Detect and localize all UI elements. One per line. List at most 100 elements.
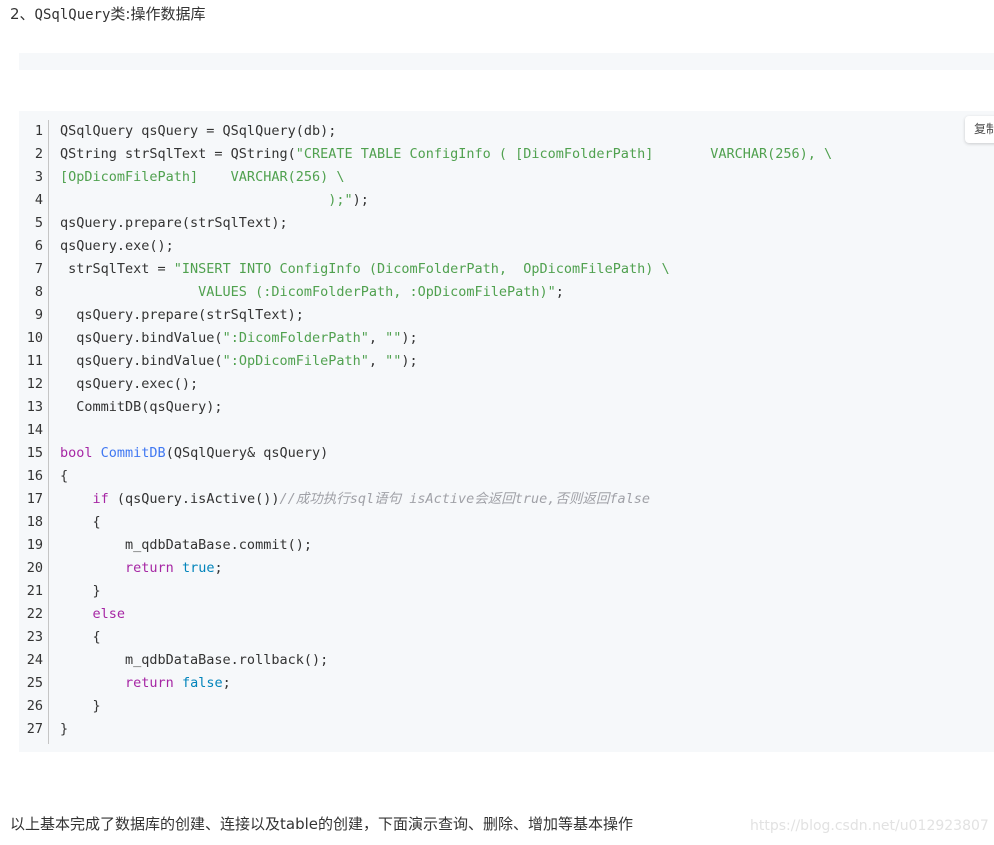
code-line: if (qsQuery.isActive())//成功执行sql语句 isAct…: [60, 488, 651, 511]
line-number: 4: [34, 192, 43, 208]
code-token: ,: [368, 330, 386, 346]
code-token: qsQuery.exec();: [60, 376, 199, 392]
line-number: 2: [34, 146, 43, 162]
code-line: qsQuery.prepare(strSqlText);: [60, 212, 288, 235]
line-number: 5: [34, 215, 43, 231]
line-number: 12: [26, 376, 43, 392]
line-number: 8: [34, 284, 43, 300]
code-line: }: [60, 695, 101, 718]
code-line: VALUES (:DicomFolderPath, :OpDicomFilePa…: [60, 281, 564, 304]
code-line: {: [60, 511, 101, 534]
code-token: VALUES (:DicomFolderPath, :OpDicomFilePa…: [60, 284, 556, 300]
code-token: bool: [60, 445, 93, 461]
code-token: qsQuery.exe();: [60, 238, 174, 254]
heading-code: QSqlQuery: [34, 7, 111, 23]
empty-code-block: [19, 53, 994, 70]
code-token: );: [401, 353, 418, 369]
paragraph-text: 以上基本完成了数据库的创建、连接以及table的创建，下面演示查询、删除、增加等…: [10, 815, 633, 833]
code-line: bool CommitDB(QSqlQuery& qsQuery): [60, 442, 328, 465]
code-line: qsQuery.prepare(strSqlText);: [60, 304, 304, 327]
code-token: ;: [222, 675, 231, 691]
code-line: qsQuery.exec();: [60, 373, 198, 396]
line-number: 23: [26, 629, 43, 645]
code-line: return true;: [60, 557, 223, 580]
line-number: 1: [34, 123, 43, 139]
code-token: m_qdbDataBase.rollback();: [60, 652, 329, 668]
line-number: 22: [26, 606, 43, 622]
line-number: 9: [34, 307, 43, 323]
code-token: "INSERT INTO ConfigInfo (DicomFolderPath…: [173, 261, 670, 277]
line-number-gutter: 1 2 3 4 5 6 7 8 9 10 11 12 13 14 15 16 17 18 19 20 21 22 23 24 2…: [19, 120, 49, 744]
code-token: "CREATE TABLE ConfigInfo ( [DicomFolderP…: [295, 146, 833, 162]
code-token: ":OpDicomFilePath": [222, 353, 369, 369]
code-token: {: [60, 468, 69, 484]
code-token: true: [181, 560, 215, 576]
code-token: (qsQuery.isActive()): [108, 491, 280, 507]
line-number: 16: [26, 468, 43, 484]
line-number: 13: [26, 399, 43, 415]
code-token: );: [352, 192, 369, 208]
line-number: 24: [26, 652, 43, 668]
code-token: QString strSqlText = QString(: [60, 146, 296, 162]
line-number: 27: [26, 721, 43, 737]
code-token: qsQuery.bindValue(: [60, 330, 223, 346]
code-token: }: [60, 721, 69, 737]
code-token: }: [60, 583, 101, 599]
code-token: }: [60, 698, 101, 714]
code-block: 1 2 3 4 5 6 7 8 9 10 11 12 13 14 15 16 17 18 19 20 21 22 23 24 2…: [19, 111, 994, 752]
code-line: QSqlQuery qsQuery = QSqlQuery(db);: [60, 120, 336, 143]
code-line: m_qdbDataBase.commit();: [60, 534, 312, 557]
line-number: 7: [34, 261, 43, 277]
code-token: "": [385, 353, 402, 369]
code-line: strSqlText = "INSERT INTO ConfigInfo (Di…: [60, 258, 670, 281]
copy-button[interactable]: 复制: [965, 116, 994, 143]
watermark: https://blog.csdn.net/u012923807: [750, 818, 989, 834]
code-token: m_qdbDataBase.commit();: [60, 537, 312, 553]
section-heading: 2、QSqlQuery类:操作数据库: [10, 4, 205, 25]
line-number: 14: [26, 422, 43, 438]
heading-suffix: 类:操作数据库: [110, 5, 206, 23]
code-line: {: [60, 465, 68, 488]
code-line: CommitDB(qsQuery);: [60, 396, 223, 419]
code-line: qsQuery.exe();: [60, 235, 174, 258]
line-number: 18: [26, 514, 43, 530]
code-token: QSqlQuery qsQuery = QSqlQuery(db);: [60, 123, 337, 139]
code-line: return false;: [60, 672, 231, 695]
code-token: );": [60, 192, 353, 208]
code-line: }: [60, 718, 68, 741]
code-token: );: [401, 330, 418, 346]
heading-prefix: 2、: [10, 5, 35, 23]
line-number: 10: [26, 330, 43, 346]
line-number: 26: [26, 698, 43, 714]
code-line: qsQuery.bindValue(":OpDicomFilePath", ""…: [60, 350, 418, 373]
code-token: else: [92, 606, 126, 622]
line-number: 17: [26, 491, 43, 507]
code-token: qsQuery.prepare(strSqlText);: [60, 307, 304, 323]
code-line: {: [60, 626, 101, 649]
code-token: return: [125, 675, 174, 691]
code-token: {: [60, 629, 101, 645]
line-number: 3: [34, 169, 43, 185]
code-token: qsQuery.prepare(strSqlText);: [60, 215, 288, 231]
code-token: ;: [555, 284, 564, 300]
line-number: 25: [26, 675, 43, 691]
code-token: false: [181, 675, 223, 691]
code-token: ":DicomFolderPath": [222, 330, 369, 346]
code-line: else: [60, 603, 126, 626]
code-token: CommitDB(qsQuery);: [60, 399, 223, 415]
code-line: [OpDicomFilePath] VARCHAR(256) \: [60, 166, 344, 189]
line-number: 20: [26, 560, 43, 576]
line-number: 15: [26, 445, 43, 461]
code-token: if: [92, 491, 109, 507]
line-number: 6: [34, 238, 43, 254]
code-line: qsQuery.bindValue(":DicomFolderPath", ""…: [60, 327, 418, 350]
code-line: m_qdbDataBase.rollback();: [60, 649, 328, 672]
code-token: return: [125, 560, 174, 576]
code-token: strSqlText =: [60, 261, 174, 277]
code-token: ,: [368, 353, 386, 369]
